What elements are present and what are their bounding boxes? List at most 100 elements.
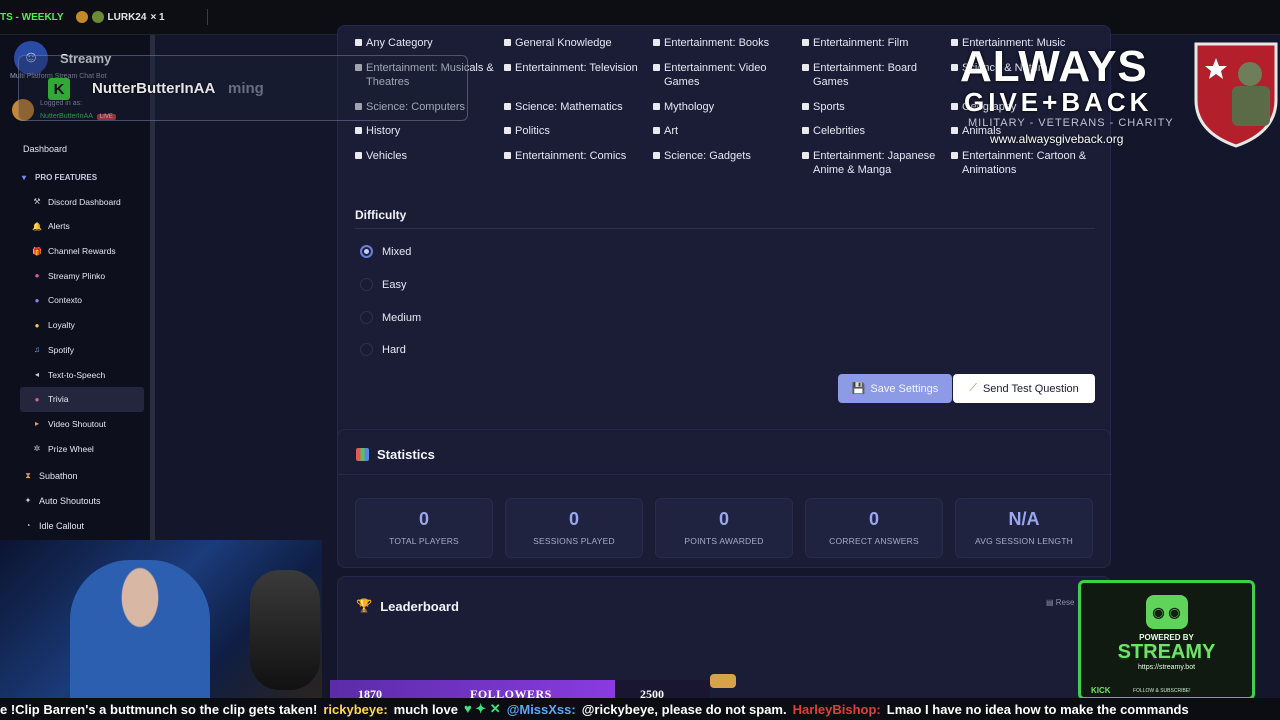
category-checkbox[interactable]: Entertainment: Japanese Anime & Manga (802, 149, 942, 177)
checkbox-icon[interactable] (504, 103, 511, 110)
charity-overlay: ALWAYS GIVE+BACK MILITARY - VETERANS - C… (960, 45, 1175, 147)
send-test-question-button[interactable]: ⟋ Send Test Question (953, 374, 1095, 403)
sidebar-item-video-shoutout[interactable]: ▸ Video Shoutout (0, 412, 150, 437)
category-checkbox[interactable]: Politics (504, 124, 644, 138)
statistics-header: Statistics (356, 447, 435, 462)
idle-callout-icon: ◔ (25, 521, 31, 531)
sidebar-item-prize-wheel[interactable]: ✲ Prize Wheel (0, 436, 150, 461)
save-settings-button[interactable]: 💾 Save Settings (838, 374, 952, 403)
reset-leaderboard-button[interactable]: ▤ Rese (1046, 598, 1074, 607)
sidebar-item-pro-features[interactable]: ▾ PRO FEATURES (0, 165, 150, 190)
category-checkbox[interactable]: Entertainment: Board Games (802, 61, 942, 89)
sidebar-item-label: Spotify (48, 344, 74, 355)
chat-username: @MissXss: (506, 701, 576, 717)
difficulty-option-medium[interactable]: Medium (360, 311, 421, 324)
category-checkbox[interactable]: Entertainment: Comics (504, 149, 644, 163)
difficulty-divider (355, 228, 1095, 229)
chat-username: HarleyBishop: (792, 701, 881, 717)
checkbox-icon[interactable] (504, 39, 511, 46)
category-label: Entertainment: Cartoon & Animations (962, 150, 1087, 176)
goal-trophy-icon (710, 674, 736, 688)
reset-label: Rese (1055, 598, 1075, 607)
sidebar-item-loyalty[interactable]: ● Loyalty (0, 313, 150, 338)
radio-button[interactable] (360, 343, 373, 356)
checkbox-icon[interactable] (951, 127, 958, 134)
follower-alert-ghost-text: ming (228, 80, 264, 97)
sidebar-item-alerts[interactable]: 🔔 Alerts (0, 214, 150, 239)
checkbox-icon[interactable] (802, 103, 809, 110)
checkbox-icon[interactable] (951, 152, 958, 159)
category-checkbox[interactable]: Entertainment: Video Games (653, 61, 793, 89)
checkbox-icon[interactable] (653, 127, 660, 134)
sidebar-item-contexto[interactable]: ● Contexto (0, 288, 150, 313)
checkbox-icon[interactable] (653, 103, 660, 110)
radio-button[interactable] (360, 278, 373, 291)
category-checkbox[interactable]: Entertainment: Books (653, 36, 793, 50)
checkbox-icon[interactable] (802, 64, 809, 71)
sidebar-item-text-to-speech[interactable]: ◂ Text-to-Speech (0, 362, 150, 387)
sidebar-item-trivia[interactable]: ● Trivia (20, 386, 144, 412)
checkbox-icon[interactable] (653, 39, 660, 46)
difficulty-option-easy[interactable]: Easy (360, 278, 406, 291)
send-test-question-label: Send Test Question (982, 382, 1079, 395)
category-checkbox[interactable]: Entertainment: Film (802, 36, 942, 50)
category-label: Mythology (664, 101, 715, 113)
chat-ticker: e !Clip Barren's a buttmunch so the clip… (0, 698, 1280, 720)
chart-icon (356, 448, 369, 461)
checkbox-icon[interactable] (951, 39, 958, 46)
radio-label: Mixed (382, 245, 412, 258)
difficulty-option-hard[interactable]: Hard (360, 343, 406, 356)
checkbox-icon[interactable] (504, 152, 511, 159)
radio-button[interactable] (360, 245, 373, 258)
category-checkbox[interactable]: Entertainment: Cartoon & Animations (951, 149, 1091, 177)
radio-button[interactable] (360, 311, 373, 324)
checkbox-icon[interactable] (355, 39, 362, 46)
sidebar-item-dashboard[interactable]: Dashboard (0, 137, 150, 162)
checkbox-icon[interactable] (951, 103, 958, 110)
sidebar-item-streamy-plinko[interactable]: ● Streamy Plinko (0, 263, 150, 288)
alerts-icon: 🔔 (32, 221, 42, 231)
sidebar-item-spotify[interactable]: ♫ Spotify (0, 338, 150, 363)
streamy-robot-icon: ◉ ◉ (1145, 595, 1188, 629)
sidebar-item-label: Alerts (48, 221, 70, 232)
sidebar-item-channel-rewards[interactable]: 🎁 Channel Rewards (0, 239, 150, 264)
category-checkbox[interactable]: Any Category (355, 36, 495, 50)
category-checkbox[interactable]: Sports (802, 100, 942, 114)
stat-value: 0 (718, 509, 729, 529)
sidebar-item-discord-dashboard[interactable]: ⚒ Discord Dashboard (0, 189, 150, 214)
streamy-url: https://streamy.bot (1137, 664, 1196, 671)
sidebar-item-subathon[interactable]: ⧗ Subathon (0, 464, 150, 489)
category-checkbox[interactable]: Celebrities (802, 124, 942, 138)
microphone (250, 570, 320, 690)
category-checkbox[interactable]: Vehicles (355, 149, 495, 163)
kick-label: KICK (1091, 686, 1111, 695)
streamy-wordmark: STREAMY (1117, 641, 1216, 663)
checkbox-icon[interactable] (951, 64, 958, 71)
checkbox-icon[interactable] (802, 127, 809, 134)
checkbox-icon[interactable] (355, 152, 362, 159)
checkbox-icon[interactable] (653, 64, 660, 71)
category-checkbox[interactable]: Entertainment: Television (504, 61, 644, 75)
checkbox-icon[interactable] (504, 64, 511, 71)
difficulty-option-mixed[interactable]: Mixed (360, 245, 411, 258)
checkbox-icon[interactable] (504, 127, 511, 134)
checkbox-icon[interactable] (653, 152, 660, 159)
text-to-speech-icon: ◂ (34, 370, 39, 380)
video-shoutout-icon: ▸ (34, 419, 39, 429)
category-checkbox[interactable]: Art (653, 124, 793, 138)
category-checkbox[interactable]: Science: Mathematics (504, 100, 644, 114)
sidebar-nav: Dashboard ▾ PRO FEATURES ⚒ Discord Dashboard… (0, 137, 150, 538)
checkbox-icon[interactable] (802, 152, 809, 159)
sidebar-item-idle-callout[interactable]: ◔ Idle Callout (0, 513, 150, 538)
category-checkbox[interactable]: Mythology (653, 100, 793, 114)
category-checkbox[interactable]: History (355, 124, 495, 138)
category-checkbox[interactable]: General Knowledge (504, 36, 644, 50)
category-label: Science: Gadgets (664, 150, 751, 162)
loyalty-icon: ● (34, 320, 40, 330)
checkbox-icon[interactable] (355, 127, 362, 134)
sidebar-item-auto-shoutouts[interactable]: ✦ Auto Shoutouts (0, 489, 150, 514)
category-label: Entertainment: Board Games (813, 62, 917, 88)
category-label: Entertainment: Japanese Anime & Manga (813, 150, 936, 176)
checkbox-icon[interactable] (802, 39, 809, 46)
category-checkbox[interactable]: Science: Gadgets (653, 149, 793, 163)
